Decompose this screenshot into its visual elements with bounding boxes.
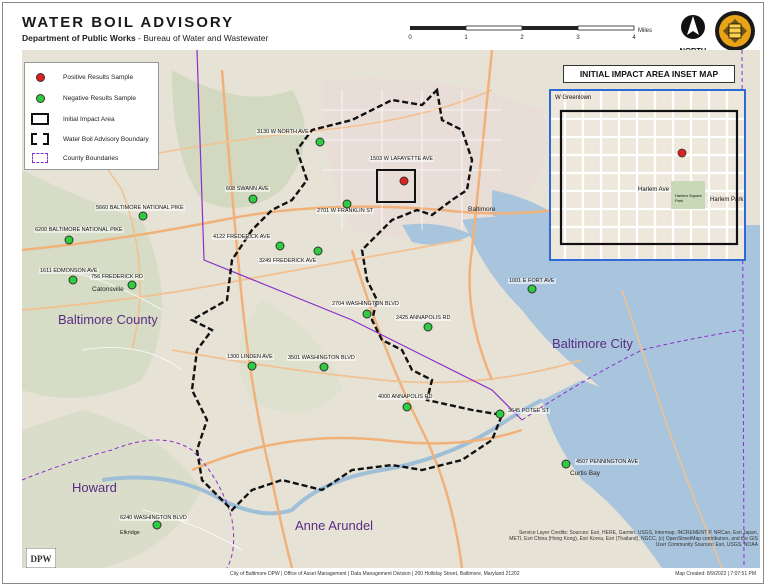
legend-label: County Boundaries [63,154,119,162]
legend-item-negative: Negative Results Sample [31,94,136,103]
sample-label: 6240 WASHINGTON BLVD [119,515,188,521]
inset-map-canvas [551,91,744,259]
map-subtitle: Department of Public Works - Bureau of W… [22,33,268,43]
place-label-elkridge: Elkridge [120,530,140,536]
bureau-name: - Bureau of Water and Wastewater [138,33,269,43]
inset-label-harlem-square: Harlem Square Park [675,193,702,203]
scale-unit: Miles [638,28,652,34]
sample-marker[interactable] [362,309,372,319]
sample-label: 4507 PENNINGTON AVE [575,459,640,465]
sample-label: 2701 W FRANKLIN ST [316,208,375,214]
sample-label: 2704 WASHINGTON BLVD [331,301,400,307]
legend-label: Water Boil Advisory Boundary [63,135,149,143]
legend-item-positive: Positive Results Sample [31,73,133,82]
sample-label: 3645 POTEE ST [507,408,550,414]
impact-area-icon [31,113,49,125]
sample-label: 3249 FREDERICK AVE [258,258,318,264]
legend-label: Initial Impact Area [63,115,115,123]
sample-label: 5660 BALTIMORE NATIONAL PIKE [95,205,185,211]
sample-marker[interactable] [319,362,329,372]
region-label-baltimore-city: Baltimore City [552,336,633,351]
legend-item-county: County Boundaries [31,153,118,163]
sample-marker[interactable] [127,280,137,290]
sample-marker[interactable] [138,211,148,221]
sample-label: 1503 W LAFAYETTE AVE [369,156,435,162]
sample-marker[interactable] [402,402,412,412]
scale-tick-4: 4 [632,35,636,41]
dpw-logo-icon: DPW [26,548,56,568]
scale-tick-2: 2 [520,35,524,41]
sample-marker[interactable] [399,176,409,186]
region-label-howard: Howard [72,480,117,495]
scale-tick-3: 3 [576,35,580,41]
map-header: WATER BOIL ADVISORY Department of Public… [22,14,268,43]
region-label-anne-arundel: Anne Arundel [295,518,374,533]
north-arrow: NORTH [676,13,710,55]
sample-marker[interactable] [248,194,258,204]
inset-map[interactable]: W Greenlown Harlem Ave Harlem Park Harle… [549,89,746,261]
map-footer: City of Baltimore DPW | Office of Asset … [0,570,768,584]
footer-office-info: City of Baltimore DPW | Office of Asset … [230,571,520,577]
sample-label: 4000 ANNAPOLIS RD [377,394,434,400]
sample-marker[interactable] [342,199,352,209]
city-seal-icon [715,11,755,51]
inset-label-greenlown: W Greenlown [555,95,592,101]
sample-marker[interactable] [313,246,323,256]
inset-label-harlem-ave: Harlem Ave [638,187,669,193]
sample-label: 756 FREDERICK RD [90,274,144,280]
sample-marker[interactable] [527,284,537,294]
legend-label: Positive Results Sample [63,74,134,81]
scale-tick-0: 0 [408,35,412,41]
dpw-logo-text: DPW [31,554,52,564]
place-label-catonsville: Catonsville [92,286,124,293]
sample-label: 1001 E FORT AVE [508,278,556,284]
negative-sample-icon [35,94,45,103]
positive-sample-icon [35,73,45,82]
map-title: WATER BOIL ADVISORY [22,14,235,31]
sample-marker[interactable] [275,241,285,251]
sample-marker[interactable] [315,137,325,147]
scale-bar: 0 1 2 3 4 Miles [408,25,652,41]
sample-label: 3130 W NORTH AVE [256,129,310,135]
inset-label-harlem-park: Harlem Park [710,197,744,203]
sample-label: 3501 WASHINGTON BLVD [287,355,356,361]
north-arrow-icon [681,15,705,39]
county-boundary-icon [32,153,48,163]
sample-label: 4122 FREDERICK AVE [212,234,272,240]
boundary-icon [31,133,49,145]
department-name: Department of Public Works [22,33,136,43]
region-label-baltimore-county: Baltimore County [58,312,158,327]
sample-marker[interactable] [247,361,257,371]
place-label-baltimore: Baltimore [468,206,496,213]
footer-date-created: Map Created: 8/9/2022 | 7:07:51 PM [675,571,756,577]
map-legend: Positive Results Sample Negative Results… [24,62,159,170]
sample-label: 608 SWANN AVE [225,186,270,192]
legend-item-impact: Initial Impact Area [31,113,115,125]
sample-label: 6200 BALTIMORE NATIONAL PIKE [34,227,124,233]
inset-title: INITIAL IMPACT AREA INSET MAP [563,65,735,83]
sample-label: 1300 LINDEN AVE [226,354,274,360]
sample-marker[interactable] [423,322,433,332]
place-label-curtis-bay: Curtis Bay [570,470,600,477]
legend-label: Negative Results Sample [63,95,136,102]
scale-tick-1: 1 [464,35,468,41]
legend-item-boundary: Water Boil Advisory Boundary [31,133,149,145]
sample-marker[interactable] [68,275,78,285]
sample-marker[interactable] [495,409,505,419]
sample-marker[interactable] [64,235,74,245]
sample-label: 2425 ANNAPOLIS RD [395,315,452,321]
sample-marker[interactable] [561,459,571,469]
sample-marker[interactable] [152,520,162,530]
service-layer-credits: Service Layer Credits: Sources: Esri, HE… [509,530,758,548]
